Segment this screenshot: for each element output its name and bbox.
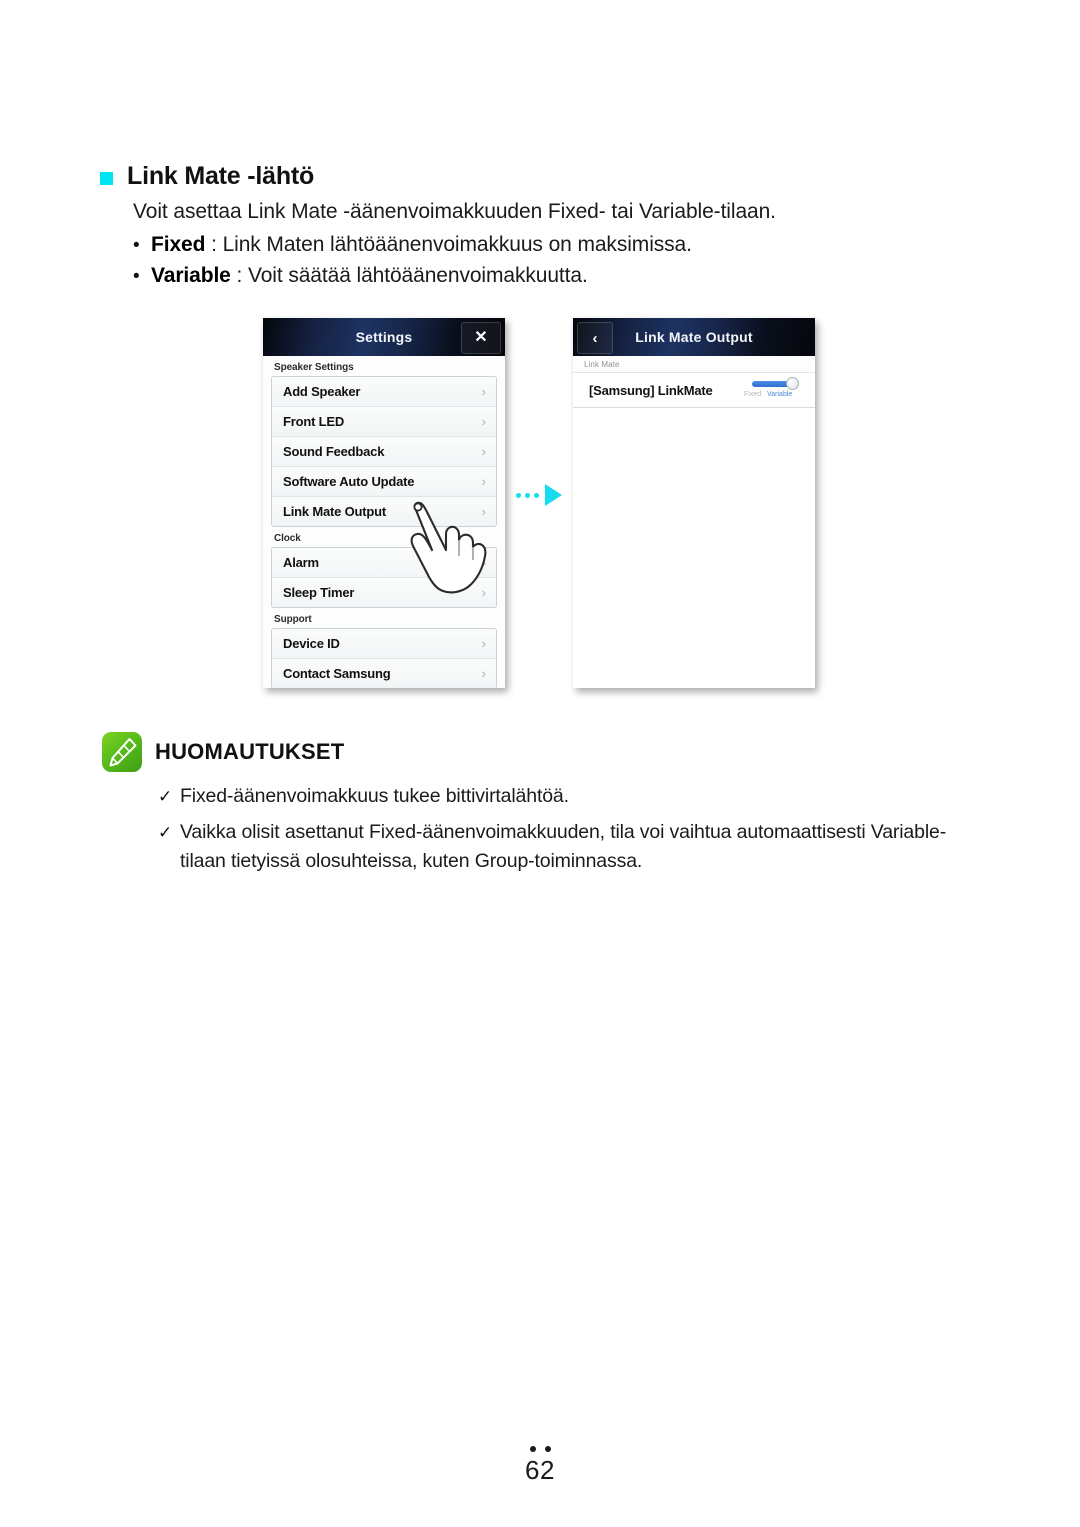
flow-dot (525, 492, 530, 498)
pencil-note-icon (102, 732, 142, 772)
definition-term-variable: Variable (151, 264, 231, 287)
definition-term-fixed: Fixed (151, 233, 206, 256)
toggle-track (752, 381, 790, 387)
section-heading: Link Mate -lähtö (100, 162, 314, 191)
output-header-title: Link Mate Output (635, 329, 753, 345)
definition-desc-variable: : Voit säätää lähtöäänenvoimakkuutta. (230, 264, 588, 287)
page-title: Link Mate -lähtö (127, 162, 315, 190)
settings-row-front-led[interactable]: Front LED › (272, 407, 496, 437)
chevron-right-icon: › (481, 666, 486, 681)
settings-section-label-support: Support (274, 614, 312, 625)
settings-row-label: Add Speaker (283, 384, 361, 399)
settings-row-label: Link Mate Output (283, 504, 386, 519)
settings-row-label: Sound Feedback (283, 444, 385, 459)
page-number: 62 (525, 1455, 555, 1485)
footer-dot (529, 1446, 536, 1452)
toggle-label-fixed: Fixed (744, 391, 762, 398)
settings-header-title: Settings (355, 329, 413, 345)
settings-row-label: Device ID (283, 636, 340, 651)
settings-row-label: Alarm (283, 555, 319, 570)
chevron-right-icon: › (481, 474, 486, 489)
footer-dots (0, 1446, 1080, 1452)
chevron-right-icon: › (481, 636, 486, 651)
settings-row-contact-samsung[interactable]: Contact Samsung › (272, 659, 496, 688)
settings-row-label: Software Auto Update (283, 474, 415, 489)
notes-title: HUOMAUTUKSET (155, 739, 345, 764)
settings-row-device-id[interactable]: Device ID › (272, 629, 496, 659)
chevron-right-icon: › (481, 414, 486, 429)
definition-list: • Fixed : Link Maten lähtöäänenvoimakkuu… (133, 230, 933, 292)
settings-row-sound-feedback[interactable]: Sound Feedback › (272, 437, 496, 467)
definition-desc-fixed: : Link Maten lähtöäänenvoimakkuus on mak… (205, 233, 692, 256)
note-item: ✓ Vaikka olisit asettanut Fixed-äänenvoi… (158, 818, 948, 876)
toggle-knob[interactable] (786, 377, 799, 390)
settings-row-add-speaker[interactable]: Add Speaker › (272, 377, 496, 407)
page-footer: 62 (0, 1446, 1080, 1486)
link-mate-output-screen-panel: ‹ Link Mate Output Link Mate [Samsung] L… (573, 318, 815, 688)
settings-row-label: Front LED (283, 414, 345, 429)
flow-arrow-icon (516, 484, 564, 506)
output-device-row[interactable]: [Samsung] LinkMate Fixed Variable (573, 373, 815, 408)
note-item: ✓ Fixed-äänenvoimakkuus tukee bittivirta… (158, 782, 948, 811)
toggle-label-variable: Variable (767, 391, 793, 398)
notes-list: ✓ Fixed-äänenvoimakkuus tukee bittivirta… (158, 782, 948, 883)
settings-row-software-auto-update[interactable]: Software Auto Update › (272, 467, 496, 497)
toggle-labels: Fixed Variable (744, 391, 804, 398)
heading-square-marker (100, 171, 113, 185)
pointing-hand-icon (404, 494, 490, 598)
definition-item-fixed: • Fixed : Link Maten lähtöäänenvoimakkuu… (133, 230, 933, 261)
chevron-right-icon: › (481, 444, 486, 459)
fixed-variable-toggle[interactable]: Fixed Variable (744, 377, 804, 406)
output-section-label: Link Mate (573, 356, 815, 373)
output-header-bar: ‹ Link Mate Output (573, 318, 815, 356)
footer-dot (544, 1446, 551, 1452)
settings-group-support: Device ID › Contact Samsung › (271, 628, 497, 688)
settings-section-label-speaker: Speaker Settings (274, 362, 354, 373)
output-device-label: [Samsung] LinkMate (589, 382, 713, 398)
note-text: Vaikka olisit asettanut Fixed-äänenvoima… (180, 821, 947, 872)
bullet-icon: • (133, 235, 140, 256)
flow-dot (516, 492, 521, 498)
check-icon: ✓ (158, 823, 173, 842)
settings-header-bar: Settings ✕ (263, 318, 505, 356)
flow-dot (534, 492, 539, 498)
notes-header: HUOMAUTUKSET (102, 732, 344, 772)
toggle-switch[interactable] (752, 377, 799, 390)
chevron-right-icon: › (481, 384, 486, 399)
settings-row-label: Sleep Timer (283, 585, 355, 600)
close-icon[interactable]: ✕ (461, 322, 501, 354)
intro-paragraph: Voit asettaa Link Mate -äänenvoimakkuude… (133, 200, 776, 223)
bullet-icon: • (133, 266, 140, 287)
settings-row-label: Contact Samsung (283, 666, 391, 681)
back-chevron-icon[interactable]: ‹ (577, 322, 613, 354)
definition-item-variable: • Variable : Voit säätää lähtöäänenvoima… (133, 261, 933, 292)
arrow-head-icon (545, 484, 562, 506)
check-icon: ✓ (158, 787, 173, 806)
note-text: Fixed-äänenvoimakkuus tukee bittivirtalä… (180, 785, 569, 807)
